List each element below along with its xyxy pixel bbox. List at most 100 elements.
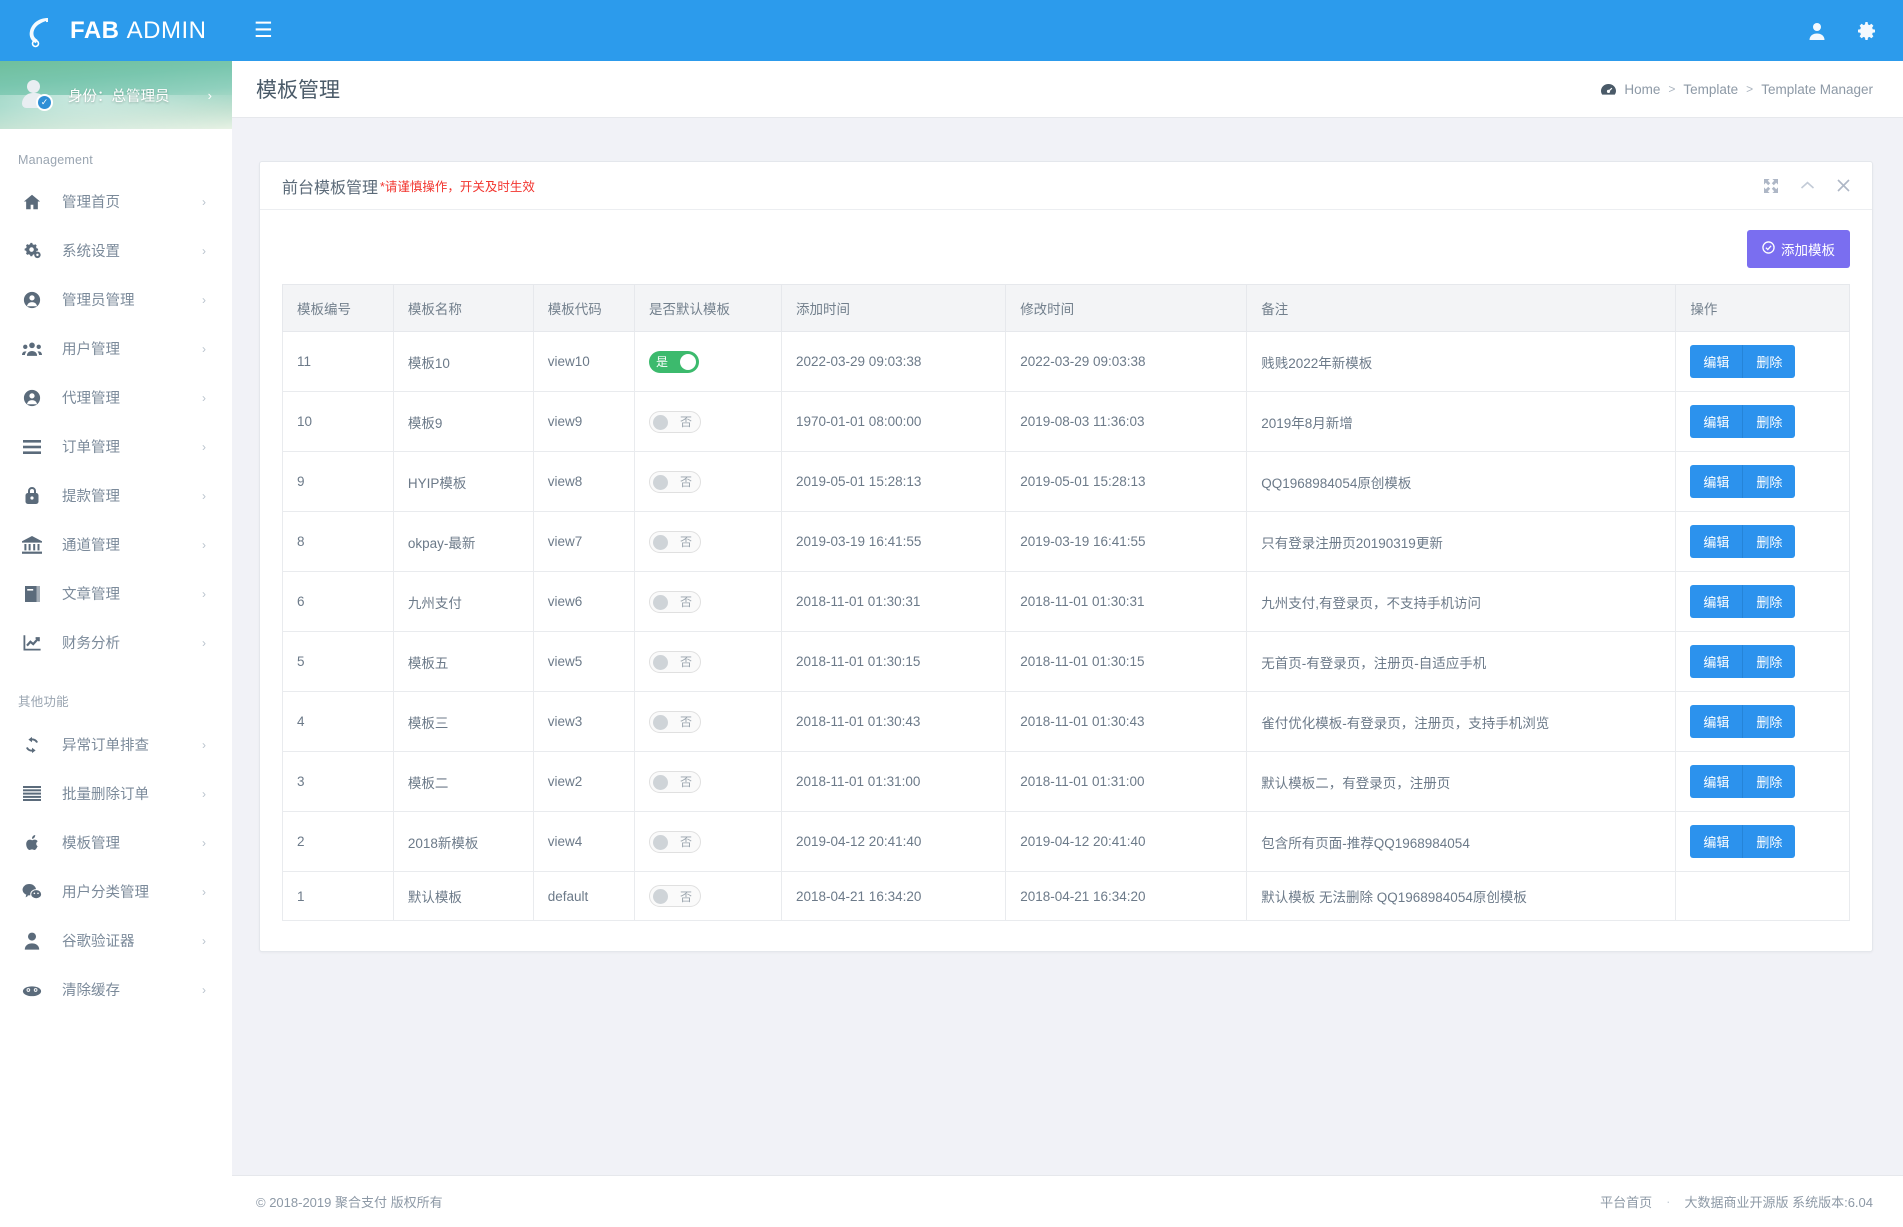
cell-template-id: 10 [282, 391, 394, 452]
page-header: 模板管理 Home > Template > Template Manager [232, 61, 1903, 118]
toggle-knob [652, 774, 668, 790]
sidebar-section-other: 其他功能 [18, 695, 69, 709]
cell-operations: 编辑 删除 [1675, 811, 1850, 872]
toggle-knob [652, 834, 668, 850]
breadcrumb-item-home[interactable]: Home [1624, 82, 1660, 97]
sidebar-item-google-authenticator[interactable]: 谷歌验证器 › [0, 916, 232, 965]
profile-label: 身份：总管理员 [68, 88, 170, 105]
footer-home-link[interactable]: 平台首页 [1600, 1192, 1652, 1211]
cell-added-time: 1970-01-01 08:00:00 [780, 391, 1007, 452]
delete-button[interactable]: 删除 [1742, 465, 1796, 498]
default-toggle-off[interactable]: 否 [648, 590, 701, 613]
cloud-icon [22, 983, 42, 997]
sidebar-item-withdraw-management[interactable]: 提款管理 › [0, 471, 232, 520]
edit-button[interactable]: 编辑 [1690, 525, 1743, 558]
sidebar-item-management-home[interactable]: 管理首页 › [0, 177, 232, 226]
cell-template-code: view8 [532, 451, 635, 512]
edit-button[interactable]: 编辑 [1690, 765, 1743, 798]
default-toggle-off[interactable]: 否 [648, 650, 701, 673]
delete-button[interactable]: 删除 [1742, 825, 1796, 858]
delete-button[interactable]: 删除 [1742, 645, 1796, 678]
close-icon[interactable] [1837, 179, 1850, 192]
brand-title: FAB ADMIN [70, 17, 207, 45]
user-icon[interactable] [1807, 21, 1827, 41]
delete-button[interactable]: 删除 [1742, 345, 1796, 378]
default-toggle-off[interactable]: 否 [648, 770, 701, 793]
edit-button[interactable]: 编辑 [1690, 705, 1743, 738]
delete-button[interactable]: 删除 [1742, 525, 1796, 558]
sidebar-item-template-management[interactable]: 模板管理 › [0, 818, 232, 867]
col-operations: 操作 [1675, 284, 1850, 332]
edit-button[interactable]: 编辑 [1690, 345, 1743, 378]
cell-template-id: 3 [282, 751, 394, 812]
default-toggle-on[interactable]: 是 [648, 350, 699, 373]
edit-button[interactable]: 编辑 [1690, 645, 1743, 678]
cell-modified-time: 2019-03-19 16:41:55 [1005, 511, 1248, 572]
default-toggle-off[interactable]: 否 [648, 410, 701, 433]
sidebar-item-user-category-management[interactable]: 用户分类管理 › [0, 867, 232, 916]
col-template-code: 模板代码 [532, 284, 635, 332]
sidebar-item-abnormal-order-check[interactable]: 异常订单排查 › [0, 720, 232, 769]
chevron-right-icon: › [202, 488, 206, 503]
table-header-row: 模板编号 模板名称 模板代码 是否默认模板 添加时间 修改时间 备注 操作 [282, 284, 1850, 332]
sidebar-item-agent-management[interactable]: 代理管理 › [0, 373, 232, 422]
sidebar-item-admin-management[interactable]: 管理员管理 › [0, 275, 232, 324]
breadcrumb-item-template[interactable]: Template [1683, 82, 1738, 97]
sidebar-item-finance-analysis[interactable]: 财务分析 › [0, 618, 232, 667]
cell-modified-time: 2019-05-01 15:28:13 [1005, 451, 1248, 512]
toggle-knob [652, 534, 668, 550]
default-toggle-off[interactable]: 否 [648, 885, 701, 907]
chevron-right-icon: › [202, 884, 206, 899]
sidebar-profile[interactable]: ✓ 身份：总管理员 › [0, 61, 232, 129]
cell-template-id: 11 [282, 331, 394, 392]
hamburger-icon[interactable]: ☰ [254, 20, 273, 41]
sidebar-item-batch-delete-orders[interactable]: 批量删除订单 › [0, 769, 232, 818]
footer-right: 平台首页 · 大数据商业开源版 系统版本:6.04 [1600, 1192, 1873, 1211]
table-row: 1 默认模板 default 否 2018-04-21 16:34:20 2018-04-… [282, 871, 1850, 921]
breadcrumb-separator: > [1668, 82, 1676, 96]
toggle-label: 否 [679, 415, 692, 429]
cell-modified-time: 2019-08-03 11:36:03 [1005, 391, 1248, 452]
cell-template-name: 模板10 [392, 331, 534, 392]
add-template-button[interactable]: 添加模板 [1747, 230, 1850, 268]
chevron-right-icon: › [202, 933, 206, 948]
delete-button[interactable]: 删除 [1742, 405, 1796, 438]
collapse-icon[interactable] [1800, 180, 1815, 191]
edit-button[interactable]: 编辑 [1690, 405, 1743, 438]
cell-note: 默认模板二，有登录页，注册页 [1246, 751, 1677, 812]
sidebar-item-article-management[interactable]: 文章管理 › [0, 569, 232, 618]
default-toggle-off[interactable]: 否 [648, 530, 701, 553]
edit-button[interactable]: 编辑 [1690, 585, 1743, 618]
row-action-group: 编辑 删除 [1690, 345, 1796, 378]
sidebar-item-user-management[interactable]: 用户管理 › [0, 324, 232, 373]
chevron-right-icon: › [202, 586, 206, 601]
col-template-id: 模板编号 [282, 284, 394, 332]
sidebar-item-system-settings[interactable]: 系统设置 › [0, 226, 232, 275]
delete-button[interactable]: 删除 [1742, 705, 1796, 738]
edit-button[interactable]: 编辑 [1690, 465, 1743, 498]
chevron-right-icon: › [202, 635, 206, 650]
card-warning-text: *请谨慎操作，开关及时生效 [380, 180, 535, 194]
delete-button[interactable]: 删除 [1742, 765, 1796, 798]
sidebar-item-channel-management[interactable]: 通道管理 › [0, 520, 232, 569]
cell-modified-time: 2018-11-01 01:31:00 [1005, 751, 1248, 812]
sidebar-item-clear-cache[interactable]: 清除缓存 › [0, 965, 232, 1014]
sidebar-item-order-management[interactable]: 订单管理 › [0, 422, 232, 471]
edit-button[interactable]: 编辑 [1690, 825, 1743, 858]
default-toggle-off[interactable]: 否 [648, 710, 701, 733]
toggle-label: 否 [679, 889, 692, 904]
chart-line-icon [22, 634, 42, 651]
user-circle-icon [22, 291, 42, 309]
chevron-right-icon: › [207, 87, 212, 103]
expand-icon[interactable] [1764, 178, 1778, 193]
toggle-knob [652, 889, 668, 904]
default-toggle-off[interactable]: 否 [648, 470, 701, 493]
gear-icon[interactable] [1857, 21, 1877, 41]
default-toggle-off[interactable]: 否 [648, 830, 701, 853]
brand-logo-area[interactable]: FAB ADMIN [0, 0, 232, 61]
delete-button[interactable]: 删除 [1742, 585, 1796, 618]
apple-icon [22, 833, 42, 852]
users-icon [22, 340, 42, 358]
cell-modified-time: 2019-04-12 20:41:40 [1005, 811, 1248, 872]
sidebar-label: 谷歌验证器 [62, 934, 135, 950]
